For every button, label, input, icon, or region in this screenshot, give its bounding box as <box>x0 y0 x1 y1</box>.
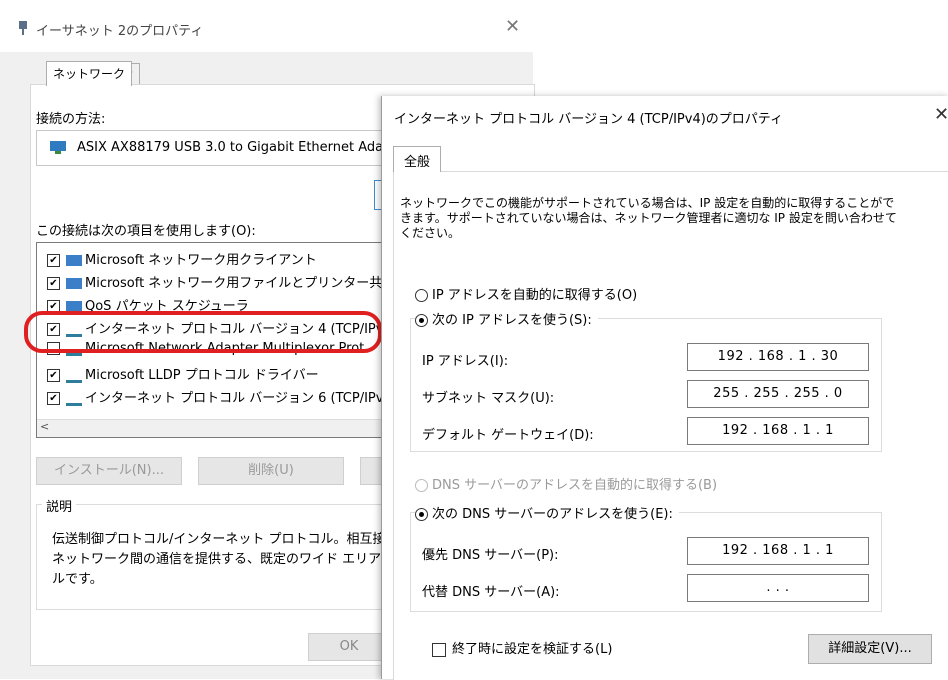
item-label: Microsoft LLDP プロトコル ドライバー <box>85 368 319 383</box>
ip-auto-option[interactable]: IP アドレスを自動的に取得する(O) <box>415 284 637 303</box>
client-icon <box>66 278 82 289</box>
checkbox[interactable]: ✔ <box>47 392 60 405</box>
items-label: この接続は次の項目を使用します(O): <box>36 224 256 239</box>
horizontal-scrollbar[interactable]: < <box>37 419 397 437</box>
subnet-mask-label: サブネット マスク(U): <box>422 391 555 406</box>
radio-button[interactable] <box>415 289 428 302</box>
protocol-icon <box>66 369 82 383</box>
radio-button[interactable] <box>415 479 428 492</box>
intro-text-line-2: きます。サポートされていない場合は、ネットワーク管理者に適切な IP 設定を問い… <box>400 211 897 225</box>
protocol-icon <box>66 392 82 406</box>
checkbox[interactable] <box>47 342 60 355</box>
tab-panel: ネットワークでこの機能がサポートされている場合は、IP 設定を自動的に取得するこ… <box>393 171 948 680</box>
ip-address-field[interactable]: 192 . 168 . 1 . 30 <box>687 343 869 371</box>
tab-general[interactable]: 全般 <box>393 146 442 172</box>
description-text-line-3: ルです。 <box>52 572 103 587</box>
checkbox[interactable]: ✔ <box>47 254 60 267</box>
item-label: インターネット プロトコル バージョン 4 (TCP/IPv4) <box>85 322 397 337</box>
item-label: Microsoft Network Adapter Multiplexor Pr… <box>85 341 365 356</box>
protocol-icon <box>66 342 82 356</box>
adapter-name: ASIX AX88179 USB 3.0 to Gigabit Ethernet… <box>77 140 384 155</box>
protocol-icon <box>66 323 82 337</box>
ip-manual-option[interactable]: 次の IP アドレスを使う(S): <box>415 309 598 328</box>
scroll-left-icon[interactable]: < <box>40 420 49 433</box>
ip-auto-label: IP アドレスを自動的に取得する(O) <box>432 288 638 303</box>
validate-option[interactable]: 終了時に設定を検証する(L) <box>432 638 612 657</box>
default-gateway-label: デフォルト ゲートウェイ(D): <box>422 428 594 443</box>
description-label: 説明 <box>42 496 77 515</box>
default-gateway-field[interactable]: 192 . 168 . 1 . 1 <box>687 417 869 445</box>
install-button[interactable]: インストール(N)... <box>36 457 182 485</box>
list-item[interactable]: ✔ QoS パケット スケジューラ <box>47 295 249 315</box>
preferred-dns-label: 優先 DNS サーバー(P): <box>422 548 559 563</box>
client-icon <box>66 301 82 312</box>
list-item[interactable]: ✔ インターネット プロトコル バージョン 4 (TCP/IPv4) <box>47 318 397 338</box>
items-list[interactable]: ✔ Microsoft ネットワーク用クライアント ✔ Microsoft ネットワ… <box>36 242 398 438</box>
checkbox[interactable]: ✔ <box>47 323 60 336</box>
uninstall-button[interactable]: 削除(U) <box>198 457 344 485</box>
dns-auto-label: DNS サーバーのアドレスを自動的に取得する(B) <box>432 478 718 493</box>
description-text-line-1: 伝送制御プロトコル/インターネット プロトコル。相互接続 <box>52 532 399 547</box>
list-item[interactable]: ✔ Microsoft ネットワーク用クライアント <box>47 249 317 269</box>
radio-button[interactable] <box>415 508 428 521</box>
network-adapter-icon <box>19 21 27 35</box>
dns-manual-label: 次の DNS サーバーのアドレスを使う(E): <box>432 507 673 522</box>
checkbox[interactable]: ✔ <box>47 277 60 290</box>
list-item[interactable]: ✔ インターネット プロトコル バージョン 6 (TCP/IPv6) <box>47 387 397 407</box>
ok-button[interactable]: OK <box>308 633 390 661</box>
radio-button[interactable] <box>415 314 428 327</box>
list-item[interactable]: ✔ Microsoft ネットワーク用ファイルとプリンター共有 <box>47 272 395 292</box>
dns-auto-option[interactable]: DNS サーバーのアドレスを自動的に取得する(B) <box>415 474 717 493</box>
item-label: インターネット プロトコル バージョン 6 (TCP/IPv6) <box>85 391 397 406</box>
dialog-title: インターネット プロトコル バージョン 4 (TCP/IPv4)のプロパティ <box>394 112 784 127</box>
validate-label: 終了時に設定を検証する(L) <box>452 642 613 657</box>
checkbox[interactable] <box>432 642 446 657</box>
client-icon <box>66 255 82 266</box>
window-title: イーサネット 2のプロパティ <box>36 24 204 39</box>
subnet-mask-field[interactable]: 255 . 255 . 255 . 0 <box>687 380 869 408</box>
title-bar: イーサネット 2のプロパティ ✕ <box>0 0 533 52</box>
checkbox[interactable]: ✔ <box>47 300 60 313</box>
intro-text-line-3: ください。 <box>400 226 461 240</box>
close-button[interactable]: ✕ <box>934 104 948 125</box>
item-label: Microsoft ネットワーク用クライアント <box>85 253 317 268</box>
list-item[interactable]: Microsoft Network Adapter Multiplexor Pr… <box>47 341 364 361</box>
tab-network[interactable]: ネットワーク <box>46 61 133 86</box>
alternate-dns-label: 代替 DNS サーバー(A): <box>422 585 560 600</box>
adapter-field: ASIX AX88179 USB 3.0 to Gigabit Ethernet… <box>36 130 398 166</box>
item-label: Microsoft ネットワーク用ファイルとプリンター共有 <box>85 276 396 291</box>
preferred-dns-field[interactable]: 192 . 168 . 1 . 1 <box>687 537 869 565</box>
description-text-line-2: ネットワーク間の通信を提供する、既定のワイド エリア ネ <box>52 552 399 567</box>
advanced-settings-button[interactable]: 詳細設定(V)... <box>808 634 932 664</box>
ipv4-properties-dialog: インターネット プロトコル バージョン 4 (TCP/IPv4)のプロパティ ✕… <box>381 96 948 680</box>
ip-manual-label: 次の IP アドレスを使う(S): <box>432 313 592 328</box>
close-button[interactable]: ✕ <box>505 16 520 37</box>
alternate-dns-field[interactable]: . . . <box>687 574 869 602</box>
list-item[interactable]: ✔ Microsoft LLDP プロトコル ドライバー <box>47 364 319 384</box>
ip-address-label: IP アドレス(I): <box>422 354 509 369</box>
connect-using-label: 接続の方法: <box>36 112 106 127</box>
network-adapter-icon <box>50 141 66 154</box>
dns-manual-option[interactable]: 次の DNS サーバーのアドレスを使う(E): <box>415 503 679 522</box>
checkbox[interactable]: ✔ <box>47 369 60 382</box>
item-label: QoS パケット スケジューラ <box>85 299 249 314</box>
